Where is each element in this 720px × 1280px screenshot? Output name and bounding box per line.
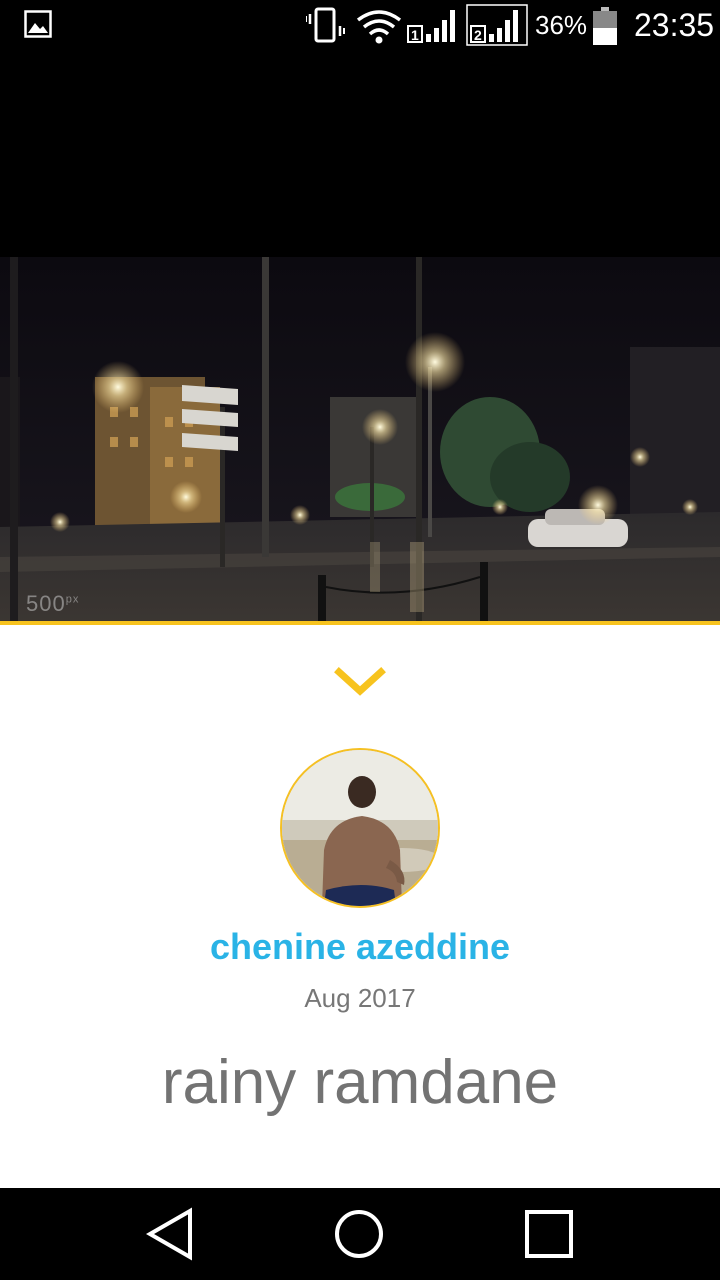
photo-title: rainy ramdane bbox=[161, 1048, 559, 1117]
vibrate-icon bbox=[306, 7, 345, 43]
photo-watermark: 500px bbox=[26, 591, 80, 616]
night-street-photo bbox=[0, 257, 720, 621]
avatar-image bbox=[282, 750, 438, 906]
clock: 23:35 bbox=[634, 7, 715, 43]
back-icon[interactable] bbox=[142, 1206, 198, 1262]
navigation-bar bbox=[0, 1188, 720, 1280]
photo-date: Aug 2017 bbox=[304, 983, 416, 1013]
author-name-link[interactable]: chenine azeddine bbox=[0, 925, 720, 969]
author-avatar[interactable] bbox=[280, 748, 440, 908]
image-notification-icon bbox=[24, 10, 52, 38]
home-icon[interactable] bbox=[331, 1206, 387, 1262]
sim1-signal-icon: 1 bbox=[407, 10, 455, 43]
status-bar: 1 2 36% 23:35 bbox=[0, 0, 720, 50]
battery-icon bbox=[593, 7, 617, 45]
photo-info-panel: chenine azeddine Aug 2017 rainy ramdane bbox=[0, 625, 720, 1188]
photo-letterbox bbox=[0, 50, 720, 257]
recent-apps-icon[interactable] bbox=[521, 1206, 577, 1262]
svg-text:1: 1 bbox=[411, 27, 419, 43]
svg-text:2: 2 bbox=[474, 27, 482, 43]
sim2-signal-icon: 2 bbox=[466, 4, 528, 46]
battery-percentage: 36% bbox=[535, 10, 588, 40]
chevron-down-icon[interactable] bbox=[334, 665, 386, 699]
photo-viewer[interactable]: 500px bbox=[0, 257, 720, 621]
wifi-icon bbox=[356, 10, 402, 44]
